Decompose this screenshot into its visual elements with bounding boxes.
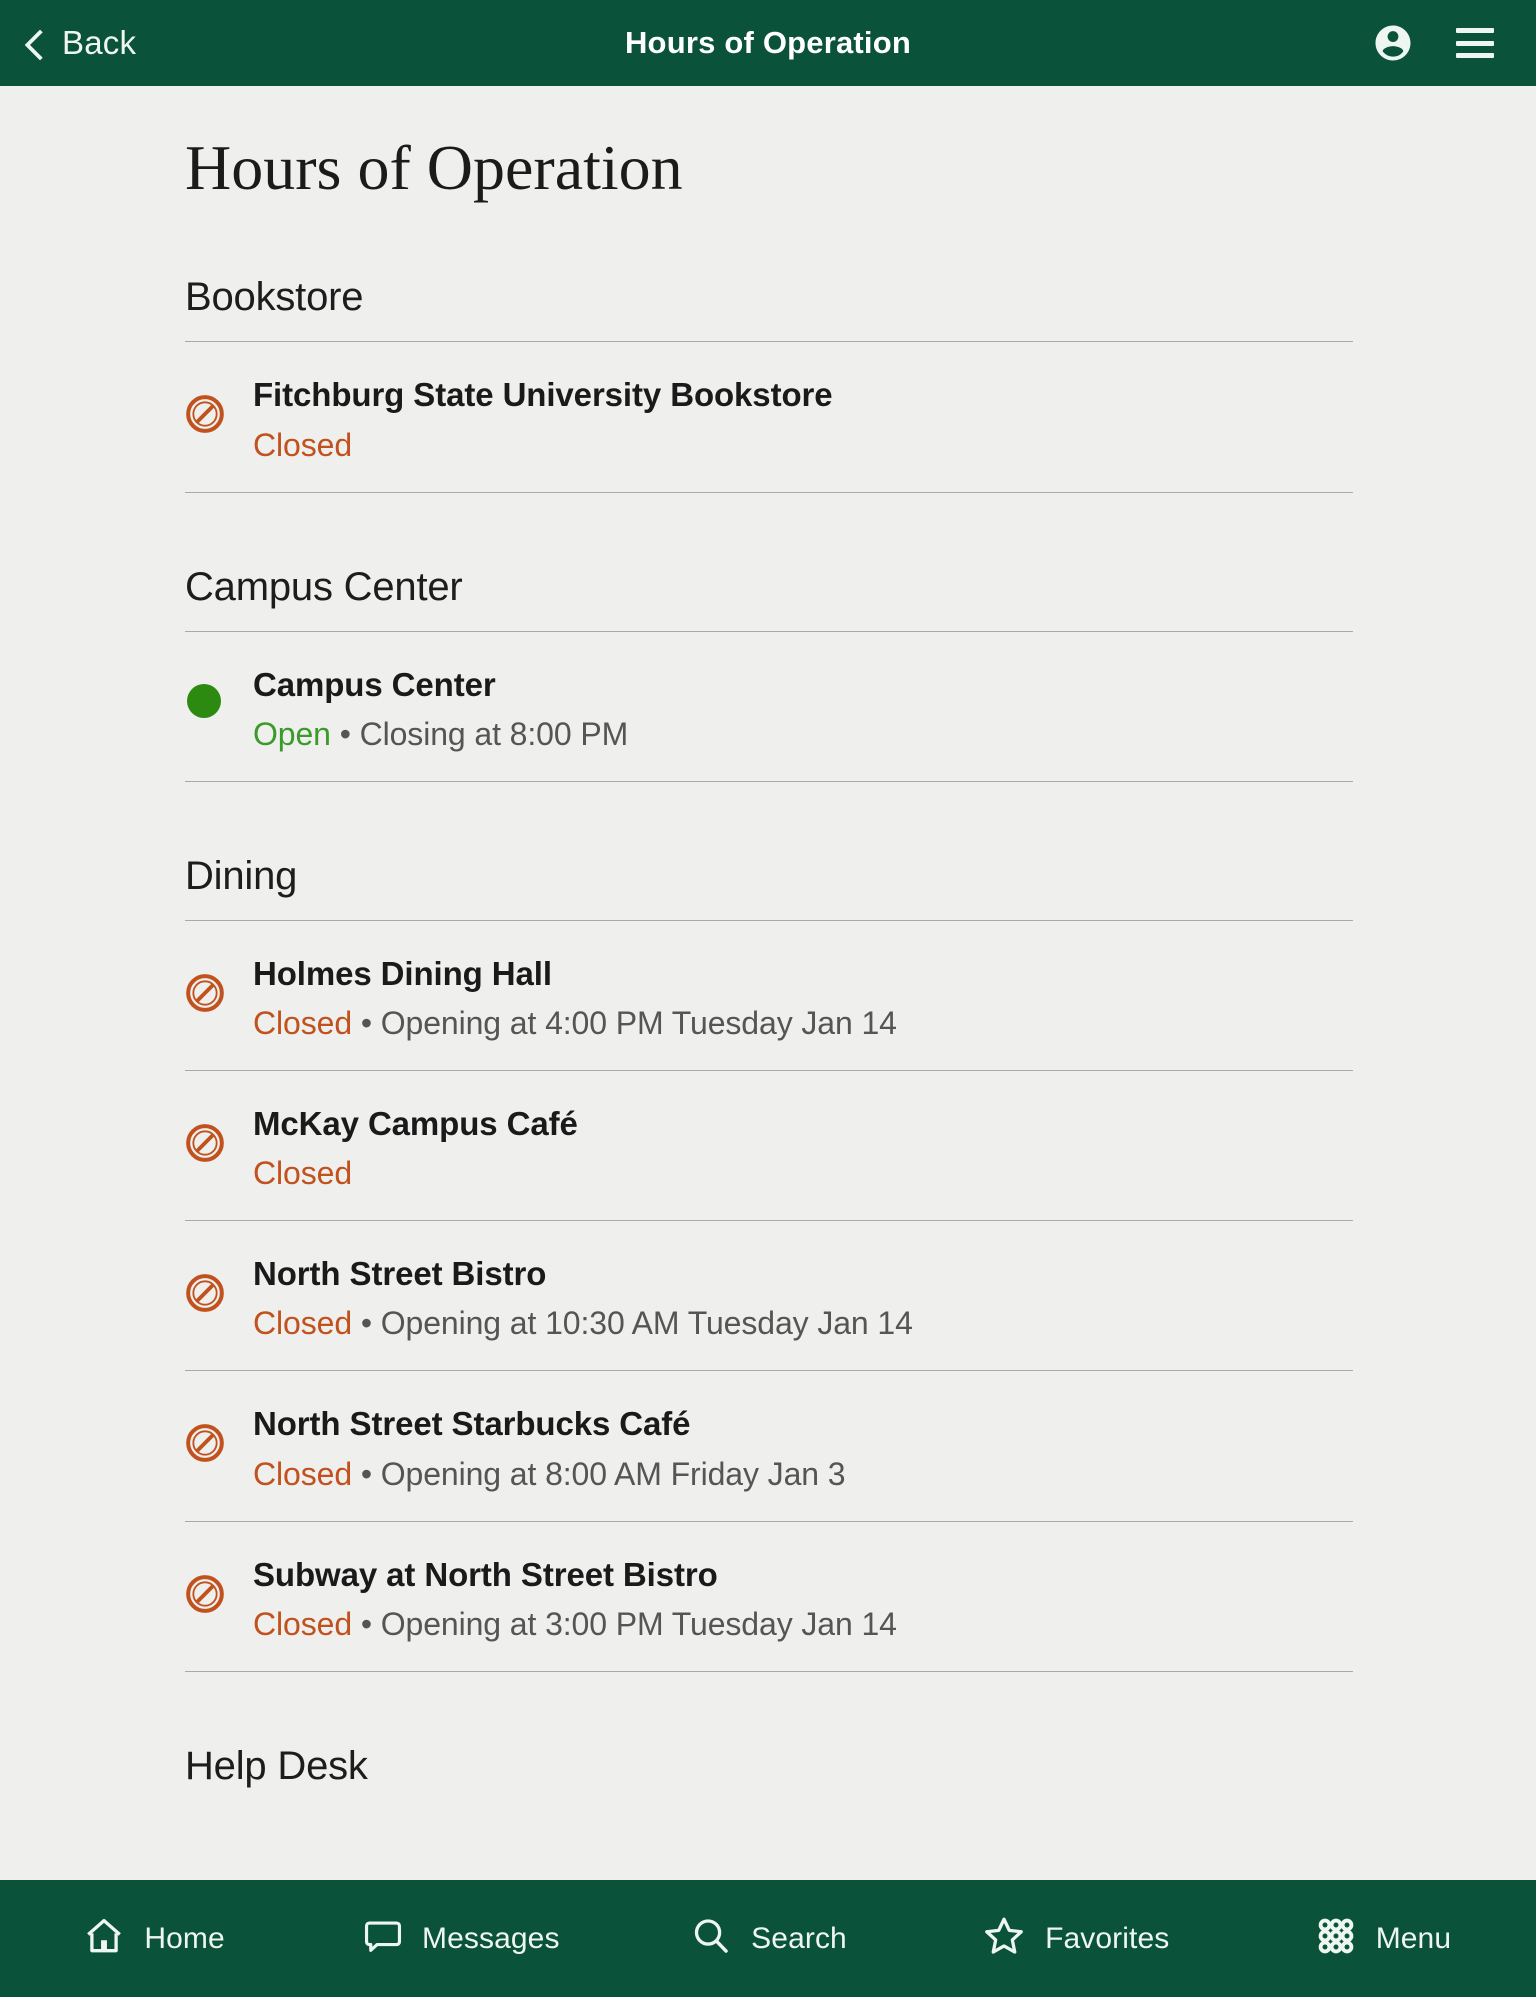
status-icon-wrap <box>185 1101 253 1163</box>
status-detail: Closing at 8:00 PM <box>359 715 629 752</box>
page-title: Hours of Operation <box>185 132 683 203</box>
list-item-status-line: Closed <box>253 1153 1353 1194</box>
nav-label-messages: Messages <box>422 1921 560 1955</box>
sections-container: Bookstore Fitchburg State University Boo… <box>0 275 1536 1788</box>
nav-label-search: Search <box>751 1921 847 1955</box>
status-separator: • <box>360 1005 372 1041</box>
green-dot-open-icon <box>187 683 221 718</box>
section-bookstore: Bookstore Fitchburg State University Boo… <box>0 275 1536 493</box>
hamburger-line-1 <box>1456 28 1494 33</box>
status-icon-wrap <box>185 1251 253 1313</box>
section-help-desk: Help Desk <box>0 1744 1536 1789</box>
account-circle-icon[interactable] <box>1372 22 1414 64</box>
status-icon-wrap <box>185 951 253 1013</box>
message-bubble-icon <box>362 1915 404 1962</box>
prohibition-closed-icon <box>185 394 225 434</box>
nav-item-favorites[interactable]: Favorites <box>922 1913 1229 1964</box>
list-item[interactable]: Fitchburg State University Bookstore Clos… <box>185 342 1353 493</box>
list-item-body: McKay Campus Café Closed <box>253 1101 1353 1194</box>
list-item-status-line: Closed • Opening at 3:00 PM Tuesday Jan … <box>253 1604 1353 1645</box>
status-icon-wrap <box>185 1552 253 1614</box>
prohibition-closed-icon <box>185 1574 225 1614</box>
top-bar-actions <box>1372 22 1494 64</box>
list-item-title: North Street Bistro <box>253 1255 547 1293</box>
top-app-bar: Back Hours of Operation <box>0 0 1536 86</box>
list-item-body: Subway at North Street Bistro Closed • Op… <box>253 1552 1353 1645</box>
back-button-label: Back <box>62 24 137 61</box>
list-item-status-line: Closed • Opening at 4:00 PM Tuesday Jan … <box>253 1003 1353 1044</box>
list-item-title: Campus Center <box>253 665 496 703</box>
status-icon-wrap <box>185 1401 253 1463</box>
grid-dots-icon <box>1314 1914 1358 1963</box>
status-detail: Opening at 8:00 AM Friday Jan 3 <box>380 1455 846 1492</box>
list-item[interactable]: North Street Bistro Closed • Opening at 1… <box>185 1221 1353 1372</box>
list-item-title: Subway at North Street Bistro <box>253 1555 718 1593</box>
bottom-navigation-bar: Home Messages Search Favorites Menu <box>0 1880 1536 1997</box>
status-detail: Opening at 3:00 PM Tuesday Jan 14 <box>380 1605 897 1642</box>
back-button[interactable]: Back <box>22 24 136 62</box>
list-item[interactable]: North Street Starbucks Café Closed • Open… <box>185 1371 1353 1522</box>
list-item-title: North Street Starbucks Café <box>253 1405 691 1443</box>
section-header: Bookstore <box>185 275 364 320</box>
list-item-title: Holmes Dining Hall <box>253 954 552 992</box>
status-badge: Closed <box>253 1155 353 1192</box>
list-item-title: Fitchburg State University Bookstore <box>253 376 833 414</box>
list-item-status-line: Open • Closing at 8:00 PM <box>253 714 1353 755</box>
list-item-body: North Street Starbucks Café Closed • Open… <box>253 1401 1353 1494</box>
hamburger-menu-icon[interactable] <box>1456 28 1494 58</box>
status-detail: Opening at 10:30 AM Tuesday Jan 14 <box>380 1305 913 1342</box>
nav-item-search[interactable]: Search <box>614 1914 921 1963</box>
list-item-body: North Street Bistro Closed • Opening at 1… <box>253 1251 1353 1344</box>
status-badge: Closed <box>253 1455 353 1492</box>
status-badge: Closed <box>253 1005 353 1041</box>
hamburger-line-3 <box>1456 53 1494 58</box>
nav-item-messages[interactable]: Messages <box>307 1915 614 1962</box>
search-icon <box>689 1914 733 1963</box>
list-item[interactable]: Holmes Dining Hall Closed • Opening at 4:… <box>185 921 1353 1071</box>
section-dining: Dining Holmes Dining Hall Closed • Openin… <box>0 854 1536 1672</box>
list-item-body: Holmes Dining Hall Closed • Opening at 4:… <box>253 951 1353 1044</box>
list-item-status-line: Closed <box>253 425 1353 466</box>
prohibition-closed-icon <box>185 1123 225 1163</box>
status-badge: Open <box>253 715 331 752</box>
list-item[interactable]: Subway at North Street Bistro Closed • Op… <box>185 1522 1353 1672</box>
star-icon <box>981 1913 1027 1964</box>
status-badge: Closed <box>253 426 353 463</box>
status-icon-wrap <box>185 372 253 434</box>
status-separator: • <box>360 1605 372 1642</box>
page-content-scroll[interactable]: Hours of Operation Bookstore Fitchburg S… <box>0 86 1536 1910</box>
nav-label-home: Home <box>144 1921 225 1955</box>
nav-label-menu: Menu <box>1375 1921 1452 1955</box>
list-item-status-line: Closed • Opening at 10:30 AM Tuesday Jan… <box>253 1303 1353 1344</box>
status-separator: • <box>360 1305 372 1342</box>
section-header: Help Desk <box>185 1743 368 1788</box>
list-item-body: Fitchburg State University Bookstore Clos… <box>253 372 1353 465</box>
list-item[interactable]: Campus Center Open • Closing at 8:00 PM <box>185 632 1353 782</box>
nav-item-home[interactable]: Home <box>0 1914 307 1963</box>
list-item[interactable]: McKay Campus Café Closed <box>185 1071 1353 1222</box>
home-icon <box>82 1914 126 1963</box>
nav-label-favorites: Favorites <box>1045 1921 1170 1955</box>
chevron-left-icon <box>22 30 48 56</box>
prohibition-closed-icon <box>185 1423 225 1463</box>
list-item-status-line: Closed • Opening at 8:00 AM Friday Jan 3 <box>253 1454 1353 1495</box>
section-campus-center: Campus Center Campus Center Open • Closing… <box>0 565 1536 782</box>
nav-item-menu[interactable]: Menu <box>1229 1914 1536 1963</box>
status-icon-wrap <box>185 662 253 718</box>
section-header: Dining <box>185 853 298 898</box>
hamburger-line-2 <box>1456 40 1494 46</box>
list-item-body: Campus Center Open • Closing at 8:00 PM <box>253 662 1353 755</box>
list-item-title: McKay Campus Café <box>253 1104 578 1142</box>
status-separator: • <box>360 1455 372 1492</box>
status-separator: • <box>339 715 351 752</box>
page-title-header: Hours of Operation <box>624 25 912 60</box>
status-detail: Opening at 4:00 PM Tuesday Jan 14 <box>380 1005 897 1041</box>
status-badge: Closed <box>253 1305 353 1342</box>
section-header: Campus Center <box>185 564 463 609</box>
prohibition-closed-icon <box>185 973 225 1013</box>
prohibition-closed-icon <box>185 1273 225 1313</box>
status-badge: Closed <box>253 1605 353 1642</box>
